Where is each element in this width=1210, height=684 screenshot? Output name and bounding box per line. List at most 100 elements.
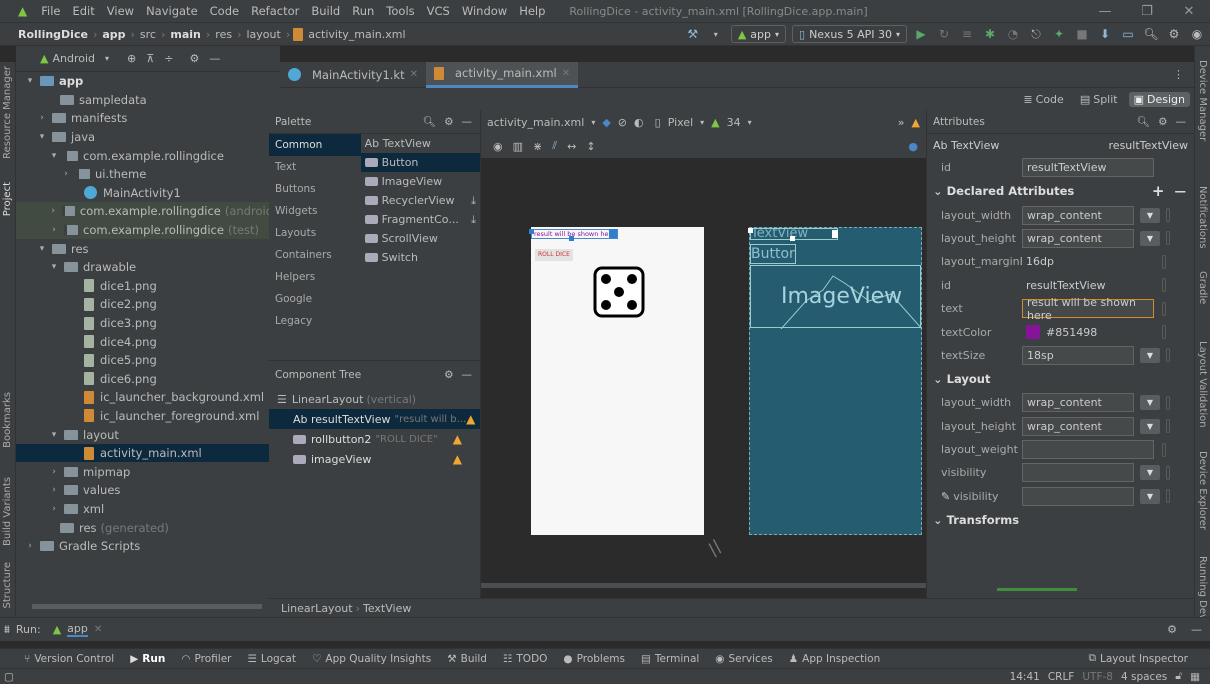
palette-item[interactable]: FragmentCo... ⤓ [361, 210, 480, 229]
menu-edit[interactable]: Edit [66, 4, 100, 18]
chevron-down-icon[interactable]: ▾ [36, 132, 48, 142]
project-tree-item[interactable]: dice2.png [16, 295, 280, 314]
gear-icon[interactable]: ⚙ [444, 116, 453, 128]
chevron-down-icon[interactable]: ▼ [1140, 465, 1160, 481]
lock-icon[interactable]: 🔓︎ [1175, 670, 1182, 683]
chevron-down-icon[interactable]: ▾ [48, 262, 60, 272]
chevron-down-icon[interactable]: ▾ [48, 430, 60, 440]
selection-handle[interactable] [832, 230, 838, 238]
tool-window-build[interactable]: ⚒ Build [439, 653, 495, 665]
project-tree-item[interactable]: MainActivity1 [16, 184, 280, 203]
chevron-down-icon[interactable]: ▼ [1140, 418, 1160, 434]
component-tree-item[interactable]: Ab resultTextView "result will b... ▲ [269, 409, 480, 429]
blueprint-icon[interactable]: ▥ [513, 140, 523, 153]
attr-value[interactable]: 16dp [1022, 252, 1154, 271]
breadcrumb-item[interactable]: main [168, 28, 203, 41]
menu-view[interactable]: View [101, 4, 140, 18]
breadcrumb-item[interactable]: res [213, 28, 234, 41]
chevron-down-icon[interactable]: ▼ [1140, 230, 1160, 246]
maximize-icon[interactable]: ❐ [1126, 4, 1168, 19]
gear-icon[interactable]: ⚙ [1165, 25, 1183, 43]
project-view-dropdown[interactable]: Android [52, 52, 95, 65]
roll-button-preview[interactable]: ROLL DICE [535, 249, 573, 261]
tool-window-app-quality[interactable]: ♡ App Quality Insights [304, 653, 439, 665]
tool-window-todo[interactable]: ☷ TODO [495, 653, 555, 665]
chevron-right-icon[interactable]: › [48, 467, 60, 477]
gear-icon[interactable]: ⚙ [190, 52, 200, 65]
palette-category[interactable]: Common [269, 134, 361, 156]
blueprint-imageview[interactable]: ImageView [750, 265, 922, 329]
selection-handle[interactable] [569, 236, 574, 241]
api-dropdown[interactable]: 34 [727, 116, 741, 129]
warning-icon[interactable]: ▲ [466, 412, 475, 426]
project-tree-item[interactable]: ▾ res [16, 239, 280, 258]
breadcrumb-item[interactable]: app [100, 28, 127, 41]
component-tree-item[interactable]: rollbutton2 "ROLL DICE" ▲ [269, 429, 480, 449]
palette-category[interactable]: Widgets [269, 200, 361, 222]
project-tab[interactable]: Project [2, 182, 13, 216]
palette-category[interactable]: Text [269, 156, 361, 178]
palette-item[interactable]: Ab TextView [361, 134, 480, 153]
attr-value[interactable]: wrap_content [1022, 205, 1134, 225]
sdk-manager-icon[interactable]: ⬇ [1096, 25, 1114, 43]
notifications-tab[interactable]: Notifications [1197, 186, 1208, 249]
attr-value[interactable] [1022, 463, 1134, 483]
dice-image-preview[interactable] [593, 266, 645, 318]
more-icon[interactable]: » [898, 116, 905, 129]
chevron-down-icon[interactable]: ▾ [48, 151, 60, 161]
tool-window-run[interactable]: ▶ Run [122, 653, 173, 665]
tool-window-logcat[interactable]: ☰ Logcat [239, 653, 304, 665]
attr-value[interactable]: wrap_content [1022, 228, 1134, 248]
blueprint-preview[interactable]: TextView Button ImageView [748, 227, 922, 535]
design-surface-icon[interactable]: ◆ [602, 116, 610, 129]
hammer-icon[interactable]: ⚒ [684, 25, 702, 43]
project-tree-item[interactable]: ▾ com.example.rollingdice [16, 146, 280, 165]
id-field[interactable]: resultTextView [1022, 158, 1154, 178]
run-config-tab[interactable]: app [67, 622, 88, 637]
more-options-icon[interactable]: ⋮ [1173, 68, 1184, 81]
menu-run[interactable]: Run [346, 4, 380, 18]
menu-refactor[interactable]: Refactor [245, 4, 305, 18]
chevron-down-icon[interactable]: ▾ [24, 76, 36, 86]
tab-mainactivity[interactable]: MainActivity1.kt ✕ [280, 62, 426, 88]
design-mode-button[interactable]: ▣ Design [1128, 91, 1190, 107]
project-tree-item[interactable]: › mipmap [16, 462, 280, 481]
collapse-all-icon[interactable]: ⊼ [146, 52, 154, 65]
attr-value[interactable] [1022, 440, 1154, 460]
menu-navigate[interactable]: Navigate [140, 4, 204, 18]
selection-handle[interactable] [790, 236, 795, 241]
hide-icon[interactable]: — [1191, 623, 1202, 636]
tree-root[interactable]: ☰ LinearLayout (vertical) [269, 389, 480, 409]
chevron-down-icon[interactable]: ▼ [1140, 488, 1160, 504]
gear-icon[interactable]: ⚙ [1167, 623, 1177, 636]
layout-validation-tab[interactable]: Layout Validation [1197, 341, 1208, 428]
close-icon[interactable]: ✕ [94, 624, 102, 635]
device-manager-icon[interactable]: ▭ [1119, 25, 1137, 43]
project-tree-item[interactable]: › com.example.rollingdice (androidT [16, 202, 280, 221]
chevron-right-icon[interactable]: › [24, 541, 36, 551]
tool-window-services[interactable]: ◉ Services [707, 653, 780, 665]
caret-position[interactable]: 14:41 [1010, 671, 1040, 683]
run-icon[interactable]: ▶ [912, 25, 930, 43]
project-tree-item[interactable]: › com.example.rollingdice (test) [16, 220, 280, 240]
menu-help[interactable]: Help [513, 4, 551, 18]
project-tree-item[interactable]: dice3.png [16, 314, 280, 333]
project-tree-item[interactable]: ▾ drawable [16, 258, 280, 277]
chevron-down-icon[interactable]: ▼ [1140, 395, 1160, 411]
stop-icon[interactable]: ■ [1073, 25, 1091, 43]
vertical-scrollbar[interactable] [32, 604, 262, 609]
add-attribute-icon[interactable]: + [1152, 182, 1165, 200]
selection-handle[interactable] [529, 229, 534, 234]
gradle-tab[interactable]: Gradle [1197, 271, 1208, 304]
transforms-section[interactable]: ⌄ Transforms [927, 508, 1194, 532]
palette-item[interactable]: Switch [361, 248, 480, 267]
resize-handle-icon[interactable]: ∕∕ [703, 537, 726, 560]
palette-item[interactable]: ImageView [361, 172, 480, 191]
blueprint-button[interactable]: Button [750, 244, 796, 264]
chevron-down-icon[interactable]: ▾ [591, 118, 595, 127]
download-icon[interactable]: ⤓ [471, 194, 476, 208]
indent-setting[interactable]: 4 spaces [1121, 671, 1167, 683]
hide-icon[interactable]: — [462, 116, 473, 128]
palette-item[interactable]: Button [360, 153, 480, 172]
chevron-down-icon[interactable]: ▾ [748, 118, 752, 127]
